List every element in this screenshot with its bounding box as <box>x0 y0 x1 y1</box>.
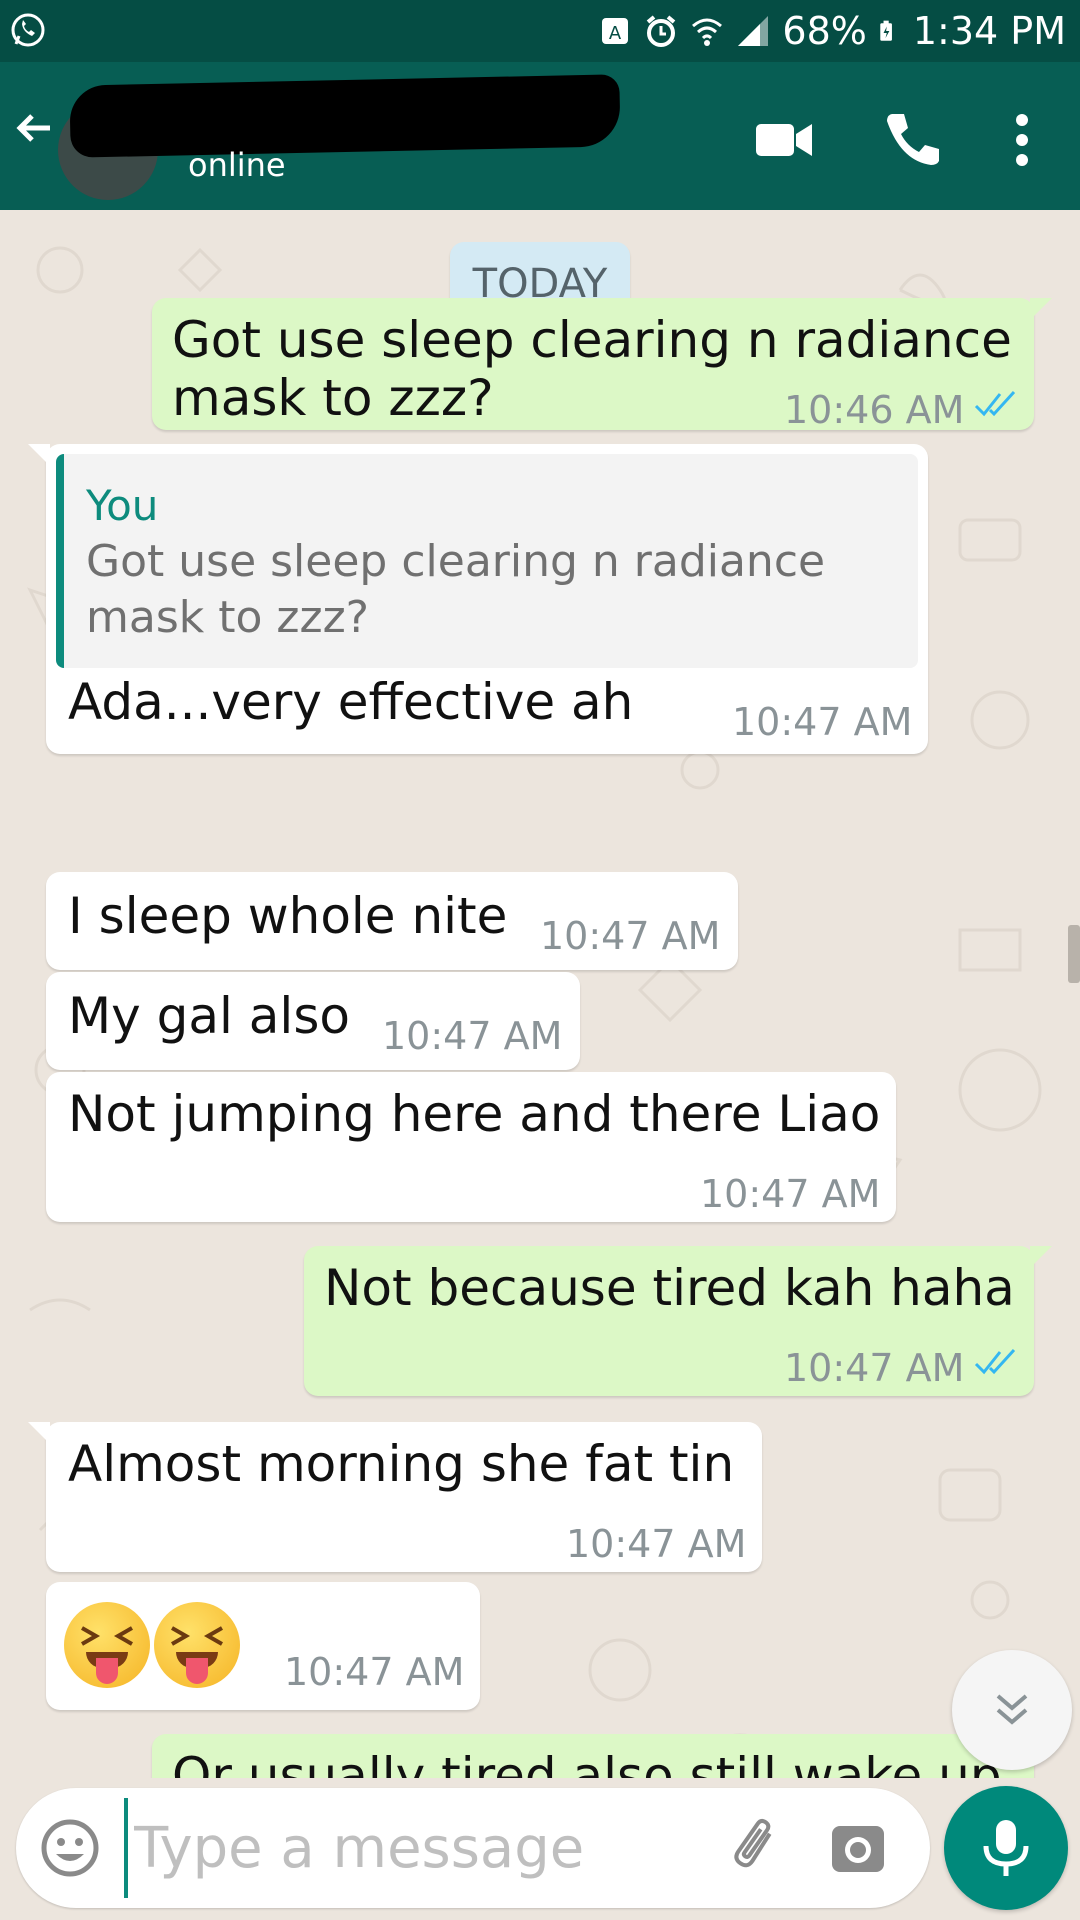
message-time: 10:47 AM <box>700 1172 881 1216</box>
chevron-down-icon <box>996 1694 1028 1725</box>
message-text: Not jumping here and there Liao <box>68 1085 881 1143</box>
message-bubble-outgoing[interactable]: Got use sleep clearing n radiance mask t… <box>152 298 1052 432</box>
message-time: 10:46 AM <box>784 388 965 432</box>
message-time: 10:47 AM <box>382 1014 563 1058</box>
message-text: mask to zzz? <box>172 369 494 427</box>
tongue-out-emoji-icon <box>64 1602 150 1688</box>
signal-icon <box>738 16 769 46</box>
scrollbar[interactable] <box>1068 925 1080 983</box>
mic-button[interactable] <box>944 1786 1068 1910</box>
message-bubble-incoming[interactable]: 😝😝 10:47 AM <box>46 1582 480 1710</box>
contact-status: online <box>188 146 286 184</box>
message-text: I sleep whole nite <box>68 887 508 945</box>
video-call-icon[interactable] <box>752 108 816 172</box>
status-bar: A 68% 1:34 PM <box>0 0 1080 62</box>
alarm-icon <box>647 15 676 47</box>
bubble-tail <box>28 444 50 466</box>
message-text: Or usually tired also still wake up <box>172 1747 1002 1778</box>
camera-icon[interactable] <box>826 1816 890 1880</box>
more-options-icon[interactable] <box>990 108 1054 172</box>
battery-icon <box>880 20 892 41</box>
quoted-author: You <box>86 481 159 530</box>
message-bubble-incoming[interactable]: You Got use sleep clearing n radiance ma… <box>28 444 928 754</box>
message-text: Not because tired kah haha <box>324 1259 1015 1317</box>
bubble-tail <box>1030 298 1052 320</box>
wifi-icon <box>692 18 723 46</box>
message-bubble-outgoing[interactable]: Or usually tired also still wake up <box>152 1734 1052 1778</box>
message-bubble-incoming[interactable]: I sleep whole nite 10:47 AM <box>46 872 738 970</box>
message-bubble-incoming[interactable]: Almost morning she fat tin 10:47 AM <box>28 1422 762 1572</box>
chat-area[interactable]: TODAY Got use sleep clearing n radiance … <box>0 210 1080 1778</box>
bubble-tail <box>28 1422 50 1444</box>
message-text: My gal also <box>68 987 350 1045</box>
message-text: Ada...very effective ah <box>68 673 634 731</box>
back-arrow-icon[interactable] <box>14 108 54 148</box>
message-time: 10:47 AM <box>284 1650 465 1694</box>
message-bubble-incoming[interactable]: Not jumping here and there Liao 10:47 AM <box>46 1072 896 1222</box>
attach-icon[interactable] <box>726 1816 790 1880</box>
mic-icon <box>983 1820 1029 1876</box>
nfc-icon: A <box>602 18 629 44</box>
message-bubble-outgoing[interactable]: Not because tired kah haha 10:47 AM <box>304 1246 1052 1396</box>
read-ticks-icon <box>974 1348 1016 1375</box>
scroll-to-bottom-button[interactable] <box>952 1650 1072 1770</box>
bubble-tail <box>1030 1246 1052 1268</box>
whatsapp-icon <box>11 13 45 47</box>
clock: 1:34 PM <box>912 9 1066 53</box>
message-composer <box>16 1788 930 1908</box>
message-input[interactable] <box>124 1798 724 1898</box>
read-ticks-icon <box>974 390 1016 417</box>
battery-percent: 68% <box>782 9 867 53</box>
tongue-out-emoji-icon <box>154 1602 240 1688</box>
emoji-icon[interactable] <box>38 1816 102 1880</box>
phone-icon[interactable] <box>880 108 944 172</box>
contact-name[interactable] <box>69 74 621 158</box>
message-time: 10:47 AM <box>540 914 721 958</box>
quoted-message[interactable]: You Got use sleep clearing n radiance ma… <box>56 454 918 668</box>
message-text: Almost morning she fat tin <box>68 1435 735 1493</box>
message-bubble-incoming[interactable]: My gal also 10:47 AM <box>46 972 580 1070</box>
quoted-text: Got use sleep clearing n radiance mask t… <box>86 536 826 643</box>
svg-text:A: A <box>609 23 622 44</box>
message-text: Got use sleep clearing n radiance <box>172 311 1012 369</box>
message-time: 10:47 AM <box>784 1346 965 1390</box>
message-time: 10:47 AM <box>732 700 913 744</box>
message-time: 10:47 AM <box>566 1522 747 1566</box>
